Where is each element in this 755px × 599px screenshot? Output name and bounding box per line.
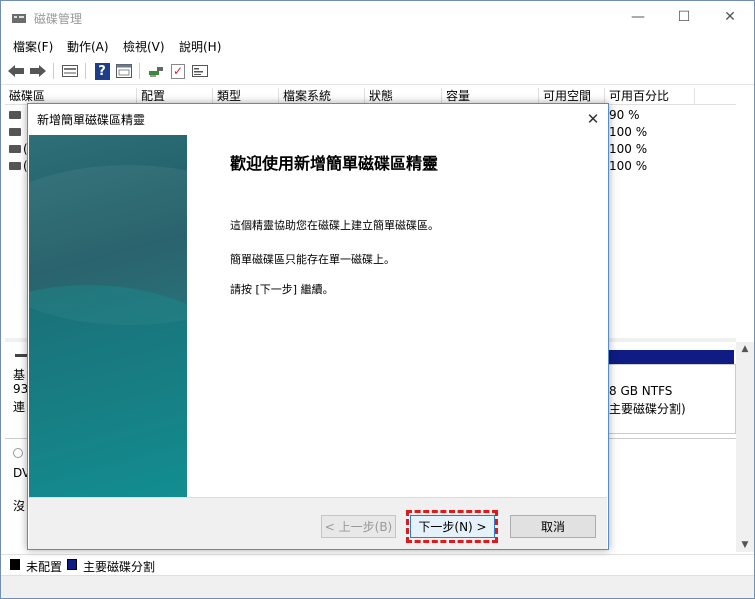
volume-free-percent: 90 % xyxy=(609,108,640,122)
wizard-side-banner xyxy=(29,135,187,497)
disk-management-app-icon xyxy=(12,14,26,23)
check-icon: ✓ xyxy=(171,63,185,79)
drive-icon xyxy=(9,111,21,119)
scroll-up-icon[interactable]: ▲ xyxy=(736,342,754,356)
maximize-button[interactable]: ☐ xyxy=(661,1,707,33)
connect-icon xyxy=(149,67,163,77)
disk0-size: 93 xyxy=(13,382,29,396)
volume-free-percent: 100 % xyxy=(609,125,648,139)
drive-icon xyxy=(9,128,21,136)
menu-help[interactable]: 說明(H) xyxy=(179,38,221,55)
forward-button[interactable] xyxy=(28,61,48,81)
wizard-footer: < 上一步(B) 下一步(N) > 取消 xyxy=(29,498,607,549)
menu-file[interactable]: 檔案(F) xyxy=(13,38,53,55)
partition-block[interactable] xyxy=(605,364,736,434)
back-button[interactable] xyxy=(6,61,26,81)
settings-button[interactable] xyxy=(190,61,210,81)
help-icon: ? xyxy=(94,62,110,80)
dialog-close-button[interactable]: ✕ xyxy=(580,106,606,132)
toolbar-separator xyxy=(85,63,86,79)
forward-arrow-icon xyxy=(30,65,46,77)
dialog-title: 新增簡單磁碟區精靈 xyxy=(37,113,146,127)
drive-icon xyxy=(9,162,21,170)
column-header-free-percent[interactable]: 可用百分比 xyxy=(605,88,695,105)
toolbar-separator xyxy=(139,63,140,79)
close-button[interactable]: ✕ xyxy=(707,1,753,33)
menu-action[interactable]: 動作(A) xyxy=(67,38,109,55)
title-bar: 磁碟管理 — ☐ ✕ xyxy=(1,1,754,35)
legend-primary: 主要磁碟分割 xyxy=(83,560,156,574)
new-simple-volume-wizard: 新增簡單磁碟區精靈 ✕ 歡迎使用新增簡單磁碟區精靈 這個精靈協助您在磁碟上建立簡… xyxy=(27,103,609,550)
menu-view[interactable]: 檢視(V) xyxy=(123,38,165,55)
window-title: 磁碟管理 xyxy=(34,12,83,26)
properties-icon xyxy=(116,64,132,78)
list-view-icon xyxy=(62,65,78,77)
close-icon: ✕ xyxy=(586,110,600,128)
toolbar-separator xyxy=(53,63,54,79)
connect-button[interactable] xyxy=(146,61,166,81)
back-arrow-icon xyxy=(8,65,24,77)
wizard-instruction: 請按 [下一步] 繼續。 xyxy=(230,283,334,296)
partition-size: 8 GB NTFS xyxy=(609,384,673,398)
maximize-icon: ☐ xyxy=(677,9,691,25)
dvd-status: 沒 xyxy=(13,499,26,513)
check-button[interactable]: ✓ xyxy=(168,61,188,81)
scroll-down-icon[interactable]: ▼ xyxy=(736,538,754,552)
wizard-description: 這個精靈協助您在磁碟上建立簡單磁碟區。 xyxy=(230,219,439,232)
disk-map-scrollbar[interactable]: ▲ ▼ xyxy=(736,342,754,552)
menu-bar: 檔案(F) 動作(A) 檢視(V) 說明(H) xyxy=(1,35,754,57)
drive-icon xyxy=(9,145,21,153)
dvd-icon xyxy=(13,448,23,458)
minimize-icon: — xyxy=(631,9,645,25)
properties-button[interactable] xyxy=(114,61,134,81)
partition-type: 主要磁碟分割) xyxy=(609,402,686,416)
cancel-button[interactable]: 取消 xyxy=(510,515,596,538)
close-icon: ✕ xyxy=(724,9,736,25)
primary-partition-swatch xyxy=(67,559,77,570)
unallocated-swatch xyxy=(10,559,20,570)
legend-bar: 未配置 主要磁碟分割 xyxy=(1,554,754,574)
wizard-note: 簡單磁碟區只能存在單一磁碟上。 xyxy=(230,253,395,266)
minimize-button[interactable]: — xyxy=(615,1,661,33)
next-button[interactable]: 下一步(N) > xyxy=(410,515,495,538)
disk0-label: 基 xyxy=(13,368,26,382)
volume-free-percent: 100 % xyxy=(609,159,648,173)
disk0-status: 連 xyxy=(13,400,26,414)
status-bar xyxy=(1,575,754,598)
help-button[interactable]: ? xyxy=(92,61,112,81)
list-view-button[interactable] xyxy=(60,61,80,81)
wizard-heading: 歡迎使用新增簡單磁碟區精靈 xyxy=(230,154,439,173)
settings-icon xyxy=(192,65,208,77)
volume-free-percent: 100 % xyxy=(609,142,648,156)
banner-wave xyxy=(29,285,187,497)
legend-unallocated: 未配置 xyxy=(26,560,63,574)
back-button[interactable]: < 上一步(B) xyxy=(321,515,396,538)
partition-header-bar xyxy=(607,350,734,364)
toolbar: ? ✓ xyxy=(1,57,754,85)
